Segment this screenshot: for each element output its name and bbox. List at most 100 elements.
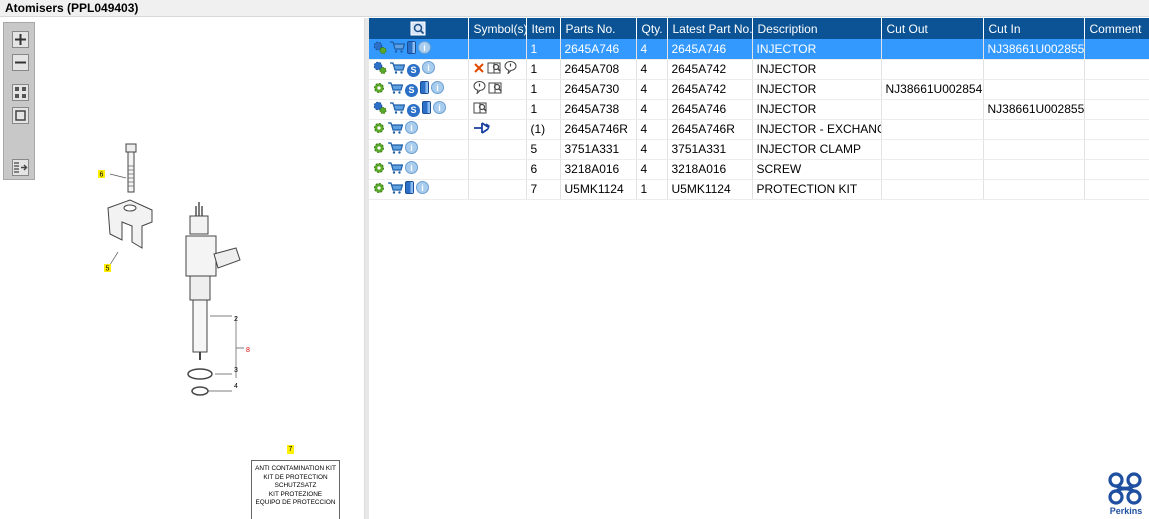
column-header-qty[interactable]: Qty. xyxy=(636,18,668,39)
cart-icon[interactable] xyxy=(387,181,404,197)
table-row[interactable]: Si 1 2645A738 4 2645A746 INJECTOR NJ38661U0028… xyxy=(369,99,1149,120)
table-row[interactable]: i 7 U5MK1124 1 U5MK1124 PROTECTION KIT xyxy=(369,179,1149,200)
supersession-icon[interactable]: S xyxy=(407,62,420,77)
fit-all-button[interactable] xyxy=(12,84,29,101)
info-icon[interactable]: i xyxy=(405,161,418,177)
cut-out-cell xyxy=(881,179,984,200)
table-row[interactable]: i 1 2645A746 4 2645A746 INJECTOR NJ38661U00285… xyxy=(369,39,1149,60)
callout-7: 7 xyxy=(287,445,294,454)
cart-icon[interactable] xyxy=(389,61,406,77)
latest-part-no-cell: 3218A016 xyxy=(667,159,753,180)
kit-label-box: ANTI CONTAMINATION KIT KIT DE PROTECTION… xyxy=(251,460,340,519)
column-header-comment[interactable]: Comment xyxy=(1084,18,1149,39)
gear-icon[interactable] xyxy=(373,122,385,137)
info-icon[interactable]: i xyxy=(416,181,429,197)
qty-cell: 4 xyxy=(636,79,668,100)
cart-icon[interactable] xyxy=(387,121,404,137)
info-icon[interactable]: i xyxy=(431,81,444,97)
row-symbols-cell xyxy=(468,179,527,200)
item-cell: 1 xyxy=(526,39,561,60)
perkins-logo-text: Perkins xyxy=(1109,506,1143,516)
table-row[interactable]: i 5 3751A331 4 3751A331 INJECTOR CLAMP xyxy=(369,139,1149,160)
cart-icon[interactable] xyxy=(389,41,406,56)
gear-icon[interactable] xyxy=(373,142,385,157)
note-pin-icon[interactable] xyxy=(473,81,486,97)
svg-text:i: i xyxy=(438,103,441,113)
parts-table: Symbol(s) Item Parts No. Qty. Latest Par… xyxy=(369,18,1149,200)
drawing-panel[interactable]: 6 5 2 8 3 4 7 ANTI CONTAMINATION KIT KIT… xyxy=(0,18,364,519)
qty-cell: 4 xyxy=(636,159,668,180)
table-row[interactable]: Si 1 2645A708 4 2645A742 INJECTOR xyxy=(369,59,1149,80)
manual-icon[interactable] xyxy=(407,40,416,57)
cart-icon[interactable] xyxy=(387,81,404,97)
info-icon[interactable]: i xyxy=(405,141,418,157)
comment-cell xyxy=(1084,159,1149,180)
cart-icon[interactable] xyxy=(389,101,406,117)
column-header-latest-part-no[interactable]: Latest Part No. xyxy=(667,18,753,39)
cut-in-cell: NJ38661U002855P xyxy=(983,39,1085,60)
info-icon[interactable]: i xyxy=(422,61,435,77)
qty-cell: 4 xyxy=(636,59,668,80)
manual-icon[interactable] xyxy=(422,101,431,117)
book-search-icon[interactable] xyxy=(473,101,488,117)
column-header-icons[interactable] xyxy=(369,18,469,39)
column-header-cut-in[interactable]: Cut In xyxy=(983,18,1085,39)
row-icons-cell: i xyxy=(369,139,469,160)
note-pin-icon[interactable] xyxy=(504,61,517,77)
description-cell: PROTECTION KIT xyxy=(752,179,882,200)
table-row[interactable]: i (1) 2645A746R 4 2645A746R INJECTOR - EXCHAN… xyxy=(369,119,1149,140)
manual-icon[interactable] xyxy=(420,81,429,97)
exchange-icon[interactable] xyxy=(473,121,491,138)
column-header-part-no[interactable]: Parts No. xyxy=(560,18,637,39)
manual-icon[interactable] xyxy=(405,181,414,197)
gear-icon[interactable] xyxy=(373,82,385,97)
callout-4: 4 xyxy=(234,383,238,390)
row-icons-cell: Si xyxy=(369,99,469,120)
supersession-icon[interactable]: S xyxy=(405,82,418,97)
info-icon[interactable]: i xyxy=(418,40,431,57)
gears-icon[interactable] xyxy=(373,61,387,77)
gears-icon[interactable] xyxy=(373,101,387,117)
zoom-out-button[interactable] xyxy=(12,54,29,71)
cut-in-cell xyxy=(983,179,1085,200)
zoom-in-button[interactable] xyxy=(12,31,29,48)
gears-icon[interactable] xyxy=(373,41,387,57)
table-row[interactable]: i 6 3218A016 4 3218A016 SCREW xyxy=(369,159,1149,180)
gear-icon[interactable] xyxy=(373,182,385,197)
latest-part-no-cell: 3751A331 xyxy=(667,139,753,160)
kit-label-line: ANTI CONTAMINATION KIT xyxy=(255,465,336,472)
cut-in-cell xyxy=(983,159,1085,180)
svg-text:i: i xyxy=(436,83,439,93)
cart-icon[interactable] xyxy=(387,161,404,177)
table-row[interactable]: Si 1 2645A730 4 2645A742 INJECTOR NJ38661U0028… xyxy=(369,79,1149,100)
plus-icon xyxy=(15,34,26,45)
latest-part-no-cell: 2645A746R xyxy=(667,119,753,140)
part-no-cell: 2645A746 xyxy=(560,39,637,60)
callout-6: 6 xyxy=(100,172,104,179)
row-icons-cell: i xyxy=(369,119,469,140)
svg-text:i: i xyxy=(423,43,426,53)
cut-out-cell xyxy=(881,99,984,120)
column-header-cut-out[interactable]: Cut Out xyxy=(881,18,984,39)
superseded-cross-icon[interactable] xyxy=(473,62,485,77)
callout-2: 2 xyxy=(234,316,238,323)
latest-part-no-cell: 2645A742 xyxy=(667,59,753,80)
book-search-icon[interactable] xyxy=(487,61,502,77)
item-cell: 5 xyxy=(526,139,561,160)
row-symbols-cell xyxy=(468,59,527,80)
column-header-item[interactable]: Item xyxy=(526,18,561,39)
kit-label-line: SCHUTZSATZ xyxy=(274,482,317,489)
latest-part-no-cell: 2645A746 xyxy=(667,99,753,120)
fit-window-button[interactable] xyxy=(12,107,29,124)
column-header-symbols[interactable]: Symbol(s) xyxy=(468,18,528,39)
svg-text:i: i xyxy=(410,163,413,173)
toggle-list-button[interactable] xyxy=(12,159,29,176)
gear-icon[interactable] xyxy=(373,162,385,177)
supersession-icon[interactable]: S xyxy=(407,102,420,117)
info-icon[interactable]: i xyxy=(405,121,418,137)
cart-icon[interactable] xyxy=(387,141,404,157)
book-search-icon[interactable] xyxy=(488,81,503,97)
info-icon[interactable]: i xyxy=(433,101,446,117)
column-header-description[interactable]: Description xyxy=(752,18,882,39)
qty-cell: 4 xyxy=(636,99,668,120)
